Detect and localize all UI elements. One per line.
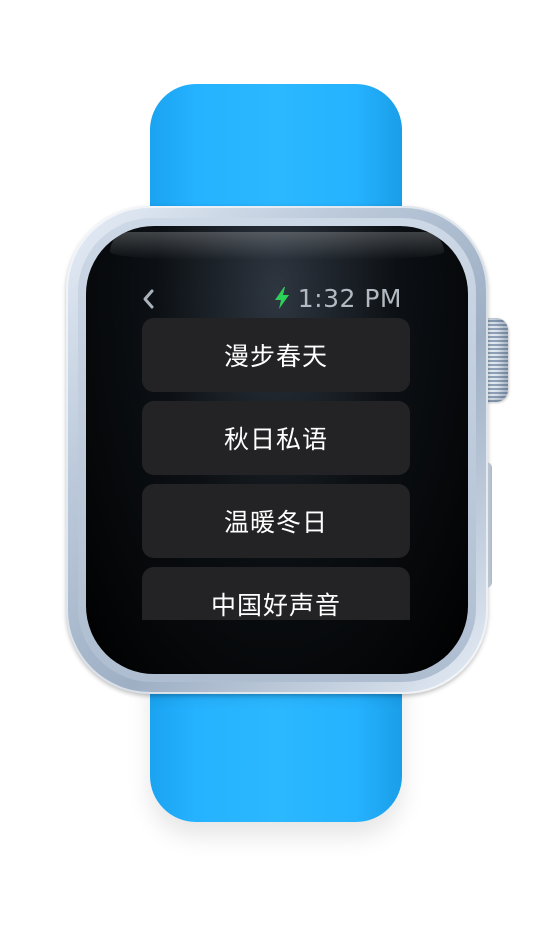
list-item[interactable]: 秋日私语 xyxy=(142,401,410,475)
song-list: 漫步春天 秋日私语 温暖冬日 中国好声音 xyxy=(142,318,410,620)
list-item[interactable]: 漫步春天 xyxy=(142,318,410,392)
status-bar: 1:32 PM xyxy=(274,282,402,314)
lightning-bolt-icon xyxy=(274,287,289,309)
apple-watch-mockup: 1:32 PM 漫步春天 秋日私语 温暖冬日 中国好声音 xyxy=(0,0,552,950)
list-item[interactable]: 中国好声音 xyxy=(142,567,410,620)
status-time: 1:32 PM xyxy=(297,283,402,313)
glass-reflection xyxy=(110,232,444,260)
chevron-left-icon[interactable] xyxy=(140,284,156,314)
watch-app-screen: 1:32 PM 漫步春天 秋日私语 温暖冬日 中国好声音 xyxy=(124,270,424,622)
list-item[interactable]: 温暖冬日 xyxy=(142,484,410,558)
